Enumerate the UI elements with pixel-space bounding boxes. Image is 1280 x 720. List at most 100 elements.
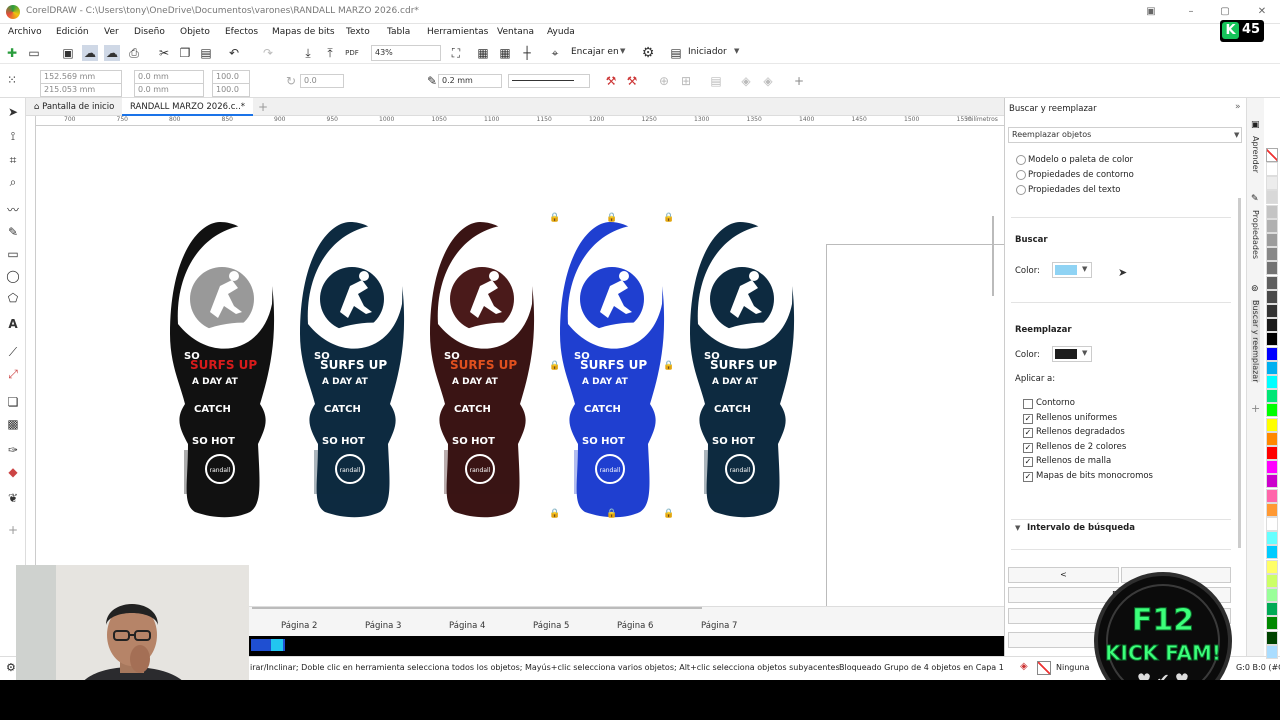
line-style-dropdown[interactable]: [508, 74, 590, 88]
palette-swatch[interactable]: [1266, 531, 1278, 546]
palette-swatch[interactable]: [1266, 559, 1278, 574]
range-chevron-down-icon[interactable]: ▼: [1015, 524, 1020, 532]
palette-swatch[interactable]: [1266, 403, 1278, 418]
scale-y-field[interactable]: 100.0: [212, 83, 250, 97]
new-tab-plus-icon[interactable]: +: [250, 98, 276, 116]
palette-swatch[interactable]: [1266, 517, 1278, 531]
ellipse-tool-icon[interactable]: ◯: [5, 268, 21, 284]
palette-swatch[interactable]: [1266, 389, 1278, 404]
maximize-button[interactable]: ▢: [1217, 4, 1233, 20]
drop-shadow-icon[interactable]: ❏: [5, 394, 21, 410]
object-origin-icon[interactable]: ⁙: [4, 72, 20, 88]
rotation-field[interactable]: 0.0: [300, 74, 344, 88]
palette-swatch[interactable]: [1266, 573, 1278, 588]
menu-diseno[interactable]: Diseño: [134, 27, 165, 37]
open-folder-icon[interactable]: ▭: [26, 45, 42, 61]
crop-tool-icon[interactable]: ⌗: [5, 152, 21, 168]
menu-herramientas[interactable]: Herramientas: [427, 27, 488, 37]
palette-swatch[interactable]: [1266, 431, 1278, 446]
redo-icon[interactable]: ↷: [260, 45, 276, 61]
palette-swatch[interactable]: [1266, 375, 1278, 389]
palette-swatch[interactable]: [1266, 261, 1278, 276]
palette-swatch[interactable]: [1266, 446, 1278, 460]
menu-objeto[interactable]: Objeto: [180, 27, 210, 37]
restore-layout-icon[interactable]: ▣: [1143, 4, 1159, 20]
page-tab-2[interactable]: Página 2: [281, 621, 317, 631]
new-document-icon[interactable]: ✚: [4, 45, 20, 61]
apply-item[interactable]: ✓ Rellenos uniformes: [1023, 413, 1223, 425]
remove-lock-icon[interactable]: ⚒: [624, 73, 640, 89]
dock-add-plus-icon[interactable]: +: [1251, 402, 1260, 415]
apply-checkbox[interactable]: ✓: [1023, 428, 1033, 439]
apply-item[interactable]: ✓ Mapas de bits monocromos: [1023, 471, 1223, 483]
menu-archivo[interactable]: Archivo: [8, 27, 42, 37]
zoom-level-field[interactable]: 43%: [371, 45, 441, 61]
scale-x-field[interactable]: 100.0: [212, 70, 250, 84]
menu-ver[interactable]: Ver: [104, 27, 119, 37]
to-front-icon[interactable]: ◈: [738, 73, 754, 89]
document-palette-cyan[interactable]: [271, 639, 283, 651]
y-position-field[interactable]: 215.053 mm: [40, 83, 122, 97]
snap-to-icon[interactable]: ⌖: [547, 45, 563, 61]
group-icon[interactable]: ⊞: [678, 73, 694, 89]
pick-tool-icon[interactable]: ➤: [5, 104, 21, 120]
palette-swatch[interactable]: [1266, 630, 1278, 645]
menu-ayuda[interactable]: Ayuda: [547, 27, 575, 37]
options-gear-icon[interactable]: ⚙: [640, 45, 656, 61]
text-tool-icon[interactable]: A: [5, 316, 21, 332]
sandal-design[interactable]: SOSURFS UPA DAY ATCATCHSO HOTrandall: [430, 222, 535, 518]
menu-tabla[interactable]: Tabla: [387, 27, 410, 37]
page-tab-4[interactable]: Página 4: [449, 621, 485, 631]
palette-swatch[interactable]: [1266, 318, 1278, 333]
menu-edicion[interactable]: Edición: [56, 27, 89, 37]
align-icon[interactable]: ▤: [708, 73, 724, 89]
palette-swatch[interactable]: [1266, 346, 1278, 361]
workspace-icon[interactable]: ▤: [668, 45, 684, 61]
apply-item[interactable]: ✓ Rellenos de 2 colores: [1023, 442, 1223, 454]
dock-tab-find-replace[interactable]: Buscar y reemplazar: [1251, 300, 1260, 383]
apply-item[interactable]: ✓ Rellenos de malla: [1023, 456, 1223, 468]
full-screen-preview-icon[interactable]: ▦: [475, 45, 491, 61]
dock-tab-learn[interactable]: Aprender: [1251, 136, 1260, 173]
palette-swatch[interactable]: [1266, 545, 1278, 560]
palette-swatch[interactable]: [1266, 332, 1278, 347]
dock-tab-properties[interactable]: Propiedades: [1251, 210, 1260, 259]
menu-texto[interactable]: Texto: [346, 27, 370, 37]
apply-checkbox[interactable]: [1023, 399, 1033, 409]
apply-checkbox[interactable]: ✓: [1023, 472, 1033, 482]
palette-swatch[interactable]: [1266, 460, 1278, 475]
palette-swatch[interactable]: [1266, 289, 1278, 304]
transparency-icon[interactable]: ▩: [5, 416, 21, 432]
palette-swatch[interactable]: [1266, 204, 1278, 219]
shape-tool-icon[interactable]: ⟟: [5, 128, 21, 144]
drawing-canvas[interactable]: SO SURFS UP A DAY AT CATCH SO HOT randall SO SU…: [36, 126, 1004, 606]
parallel-dimension-icon[interactable]: ⟋: [5, 344, 21, 360]
tab-home[interactable]: ⌂ Pantalla de inicio: [26, 98, 122, 116]
palette-swatch[interactable]: [1266, 218, 1278, 233]
settings-gear-icon[interactable]: ⚙: [6, 661, 16, 674]
page-tab-6[interactable]: Página 6: [617, 621, 653, 631]
artistic-media-icon[interactable]: ✎: [5, 224, 21, 240]
vertical-ruler[interactable]: [26, 116, 36, 606]
sandal-design[interactable]: SOSURFS UPA DAY ATCATCHSO HOTrandall: [560, 222, 665, 518]
export-icon[interactable]: ⤒: [322, 45, 338, 61]
panel-scrollbar[interactable]: [1238, 198, 1241, 548]
palette-swatch[interactable]: [1266, 233, 1278, 247]
smart-fill-icon[interactable]: ❦: [5, 490, 21, 506]
add-tool-plus-icon[interactable]: +: [5, 522, 21, 538]
snap-to-dropdown[interactable]: Encajar en: [571, 47, 619, 57]
option-text-radio[interactable]: [1016, 185, 1026, 195]
horizontal-scrollbar[interactable]: [252, 607, 702, 609]
horizontal-ruler[interactable]: 700 750 800 850 900 950 1000 1050 1100 1150 1200 12…: [36, 116, 1004, 126]
mode-chevron-down-icon[interactable]: ▼: [1234, 131, 1239, 139]
add-plus-icon[interactable]: +: [791, 73, 807, 89]
palette-swatch[interactable]: [1266, 176, 1278, 191]
palette-swatch[interactable]: [1266, 644, 1278, 659]
apply-checkbox[interactable]: ✓: [1023, 457, 1033, 468]
x-position-field[interactable]: 152.569 mm: [40, 70, 122, 84]
undo-icon[interactable]: ↶: [226, 45, 242, 61]
find-color-picker[interactable]: ▼: [1052, 262, 1092, 278]
copy-icon[interactable]: ❐: [177, 45, 193, 61]
palette-swatch[interactable]: [1266, 474, 1278, 489]
connector-tool-icon[interactable]: ⤢: [5, 366, 21, 382]
